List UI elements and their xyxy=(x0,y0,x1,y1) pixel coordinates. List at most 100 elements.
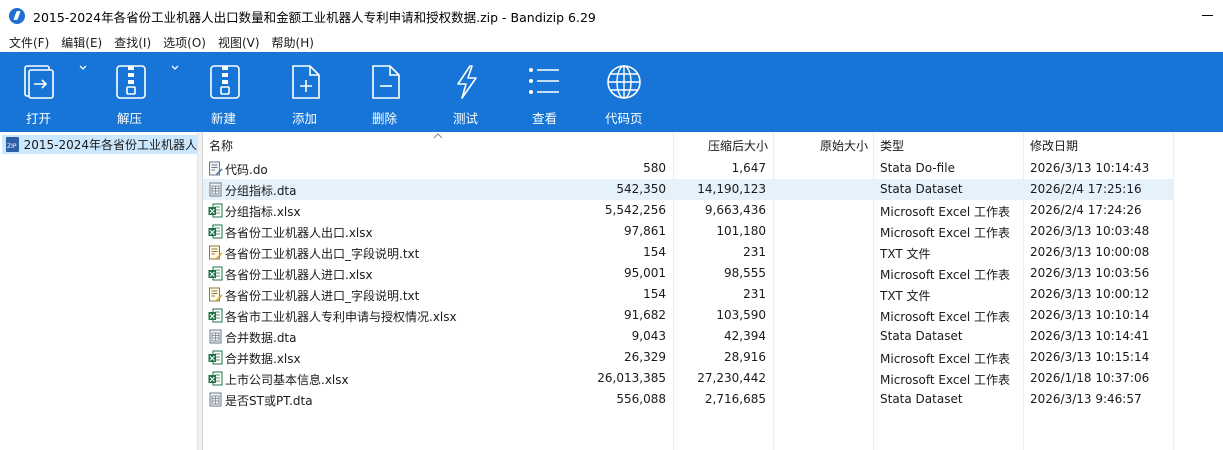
open-icon xyxy=(24,65,54,99)
codepage-button[interactable]: 代码页 xyxy=(603,52,653,132)
menu-file[interactable]: 文件(F) xyxy=(3,34,55,51)
file-original-size: 14,190,123 xyxy=(697,182,766,196)
delete-file-icon xyxy=(372,65,400,99)
file-compressed-size: 542,350 xyxy=(616,182,666,196)
sort-ascending-icon xyxy=(433,133,443,139)
file-name: 代码.do xyxy=(225,163,268,177)
file-modified-date: 2026/1/18 10:37:06 xyxy=(1030,371,1150,385)
file-type: Microsoft Excel 工作表 xyxy=(880,373,1011,387)
file-name: 上市公司基本信息.xlsx xyxy=(225,373,349,387)
file-type: Microsoft Excel 工作表 xyxy=(880,310,1011,324)
minimize-button[interactable] xyxy=(1201,8,1215,22)
file-original-size: 9,663,436 xyxy=(704,203,766,217)
column-header-modified-date[interactable]: 修改日期 xyxy=(1030,137,1078,154)
toolbar: 打开 解压 新建 添加 删除 测试 查看 代码页 xyxy=(0,52,1223,132)
menu-options[interactable]: 选项(O) xyxy=(157,34,212,51)
file-modified-date: 2026/3/13 10:15:14 xyxy=(1030,350,1150,364)
lightning-icon xyxy=(457,65,477,99)
file-type: Stata Dataset xyxy=(880,329,963,343)
new-archive-button[interactable]: 新建 xyxy=(206,52,246,132)
open-label: 打开 xyxy=(26,111,52,126)
file-original-size: 103,590 xyxy=(716,308,766,322)
file-type: Stata Dataset xyxy=(880,392,963,406)
file-type: Stata Dataset xyxy=(880,182,963,196)
file-name: 合并数据.dta xyxy=(225,331,297,345)
column-header-compressed-size[interactable]: 压缩后大小 xyxy=(708,137,768,154)
file-name: 各省份工业机器人出口_字段说明.txt xyxy=(225,247,420,261)
add-button[interactable]: 添加 xyxy=(287,52,327,132)
file-row[interactable]: 各省份工业机器人出口.xlsx 97,861 101,180 Microsoft Ex… xyxy=(203,221,1173,242)
list-view-icon xyxy=(529,68,559,94)
file-name: 分组指标.dta xyxy=(225,184,297,198)
menu-find[interactable]: 查找(I) xyxy=(108,34,157,51)
file-type: Microsoft Excel 工作表 xyxy=(880,205,1011,219)
file-compressed-size: 91,682 xyxy=(624,308,666,322)
extract-label: 解压 xyxy=(117,111,143,126)
file-row[interactable]: 分组指标.dta 542,350 14,190,123 Stata Dataset 20… xyxy=(203,179,1173,200)
menu-edit[interactable]: 编辑(E) xyxy=(55,34,108,51)
file-type: Microsoft Excel 工作表 xyxy=(880,352,1011,366)
file-name: 合并数据.xlsx xyxy=(225,352,301,366)
file-type: TXT 文件 xyxy=(880,289,931,303)
extract-dropdown-chevron-icon[interactable] xyxy=(170,64,180,72)
view-button[interactable]: 查看 xyxy=(527,52,567,132)
bandizip-app-icon[interactable] xyxy=(9,8,25,24)
file-compressed-size: 97,861 xyxy=(624,224,666,238)
file-original-size: 28,916 xyxy=(724,350,766,364)
file-name: 各省份工业机器人出口.xlsx xyxy=(225,226,373,240)
file-row[interactable]: 分组指标.xlsx 5,542,256 9,663,436 Microsoft Exc… xyxy=(203,200,1173,221)
tree-item-label: 2015-2024年各省份工业机器人 xyxy=(23,138,197,152)
menu-view[interactable]: 视图(V) xyxy=(212,34,266,51)
add-file-icon xyxy=(292,65,320,99)
file-row[interactable]: 各省份工业机器人进口_字段说明.txt 154 231 TXT 文件 2026/3/13… xyxy=(203,284,1173,305)
file-original-size: 27,230,442 xyxy=(697,371,766,385)
file-row[interactable]: 代码.do 580 1,647 Stata Do-file 2026/3/13 10:1… xyxy=(203,158,1173,179)
open-button[interactable]: 打开 xyxy=(20,52,90,132)
zip-archive-icon xyxy=(6,137,19,152)
file-row[interactable]: 合并数据.dta 9,043 42,394 Stata Dataset 2026/3/1… xyxy=(203,326,1173,347)
folder-tree: 2015-2024年各省份工业机器人 xyxy=(0,132,198,450)
extract-button[interactable]: 解压 xyxy=(112,52,184,132)
file-row[interactable]: 各省份工业机器人出口_字段说明.txt 154 231 TXT 文件 2026/3/13… xyxy=(203,242,1173,263)
tree-item-root[interactable]: 2015-2024年各省份工业机器人 xyxy=(2,135,197,154)
column-header-name[interactable]: 名称 xyxy=(209,137,233,154)
file-compressed-size: 26,013,385 xyxy=(597,371,666,385)
excel-file-icon xyxy=(208,224,223,239)
file-original-size: 2,716,685 xyxy=(704,392,766,406)
excel-file-icon xyxy=(208,350,223,365)
file-type: Microsoft Excel 工作表 xyxy=(880,226,1011,240)
file-modified-date: 2026/3/13 10:14:41 xyxy=(1030,329,1150,343)
list-header: 名称 压缩后大小 原始大小 类型 修改日期 xyxy=(203,132,1223,156)
open-dropdown-chevron-icon[interactable] xyxy=(78,64,88,72)
file-modified-date: 2026/3/13 10:00:08 xyxy=(1030,245,1150,259)
dta-file-icon xyxy=(208,329,223,344)
dta-file-icon xyxy=(208,392,223,407)
file-row[interactable]: 上市公司基本信息.xlsx 26,013,385 27,230,442 Microso… xyxy=(203,368,1173,389)
excel-file-icon xyxy=(208,308,223,323)
column-header-original-size[interactable]: 原始大小 xyxy=(820,137,868,154)
file-row[interactable]: 各省市工业机器人专利申请与授权情况.xlsx 91,682 103,590 Micro… xyxy=(203,305,1173,326)
file-type: Microsoft Excel 工作表 xyxy=(880,268,1011,282)
codepage-label: 代码页 xyxy=(605,111,643,126)
file-modified-date: 2026/3/13 10:00:12 xyxy=(1030,287,1150,301)
view-label: 查看 xyxy=(532,111,558,126)
file-name: 各省份工业机器人进口_字段说明.txt xyxy=(225,289,420,303)
delete-button[interactable]: 删除 xyxy=(367,52,407,132)
file-compressed-size: 580 xyxy=(643,161,666,175)
file-row[interactable]: 各省份工业机器人进口.xlsx 95,001 98,555 Microsoft Exc… xyxy=(203,263,1173,284)
delete-label: 删除 xyxy=(372,111,398,126)
window-title: 2015-2024年各省份工业机器人出口数量和金额工业机器人专利申请和授权数据.… xyxy=(33,9,596,25)
file-original-size: 231 xyxy=(743,245,766,259)
file-list: 名称 压缩后大小 原始大小 类型 修改日期 代码.do 580 1,647 Stata… xyxy=(203,132,1223,450)
file-modified-date: 2026/3/13 10:03:56 xyxy=(1030,266,1150,280)
file-modified-date: 2026/2/4 17:25:16 xyxy=(1030,182,1142,196)
excel-file-icon xyxy=(208,266,223,281)
menu-help[interactable]: 帮助(H) xyxy=(266,34,320,51)
file-compressed-size: 9,043 xyxy=(631,329,666,343)
file-row[interactable]: 是否ST或PT.dta 556,088 2,716,685 Stata Dataset… xyxy=(203,389,1173,410)
file-modified-date: 2026/2/4 17:24:26 xyxy=(1030,203,1142,217)
file-row[interactable]: 合并数据.xlsx 26,329 28,916 Microsoft Excel 工作表… xyxy=(203,347,1173,368)
column-header-type[interactable]: 类型 xyxy=(880,137,904,154)
file-modified-date: 2026/3/13 10:03:48 xyxy=(1030,224,1150,238)
test-button[interactable]: 测试 xyxy=(448,52,488,132)
